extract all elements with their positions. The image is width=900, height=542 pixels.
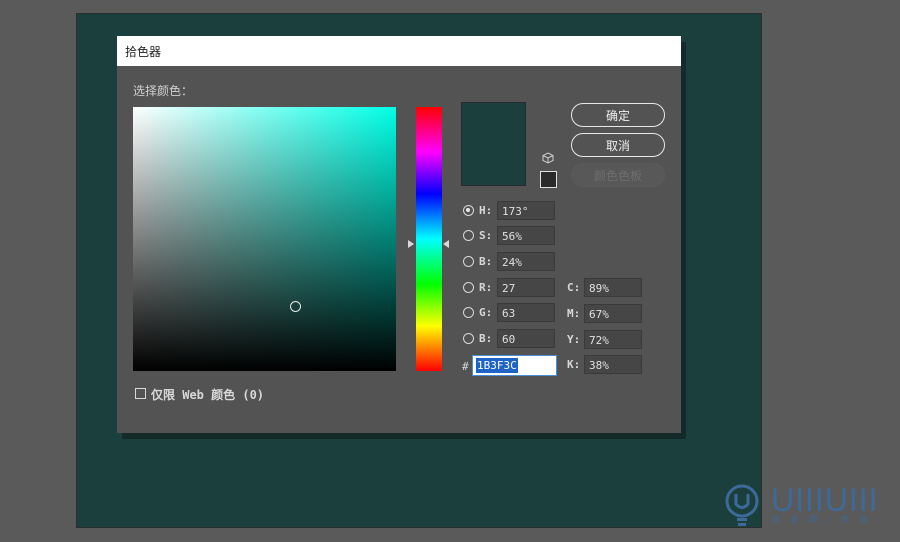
color-picker-marker[interactable]: [290, 301, 301, 312]
hue-radio[interactable]: [463, 205, 474, 216]
hex-value: 1B3F3C: [476, 358, 518, 373]
cancel-button[interactable]: 取消: [571, 133, 665, 157]
hue-row: H: 173°: [463, 201, 563, 222]
select-color-label: 选择颜色：: [133, 84, 194, 98]
websafe-cube-icon[interactable]: [542, 152, 554, 164]
hex-label: #: [462, 360, 469, 373]
yellow-label: Y:: [567, 333, 581, 346]
cyan-input[interactable]: 89%: [584, 278, 642, 297]
color-picker-dialog: 拾色器 选择颜色： 确定 取消 颜色色板 H: 173° S: 56% B: 2…: [117, 36, 681, 433]
black-input[interactable]: 38%: [584, 355, 642, 374]
saturation-input[interactable]: 56%: [497, 226, 555, 245]
lightbulb-icon: [725, 484, 759, 526]
hue-input[interactable]: 173°: [497, 201, 555, 220]
magenta-input[interactable]: 67%: [584, 304, 642, 323]
blue-radio[interactable]: [463, 333, 474, 344]
green-row: G: 63: [463, 303, 563, 324]
hue-label: H:: [479, 204, 493, 217]
green-input[interactable]: 63: [497, 303, 555, 322]
yellow-input[interactable]: 72%: [584, 330, 642, 349]
brightness-input[interactable]: 24%: [497, 252, 555, 271]
red-radio[interactable]: [463, 282, 474, 293]
saturation-brightness-field[interactable]: [133, 107, 396, 371]
saturation-label: S:: [479, 229, 493, 242]
brightness-radio[interactable]: [463, 256, 474, 267]
cyan-label: C:: [567, 281, 581, 294]
magenta-label: M:: [567, 307, 581, 320]
saturation-radio[interactable]: [463, 230, 474, 241]
hue-slider-handle-right[interactable]: [443, 240, 449, 248]
watermark-logo: UIIIUIII 优 设 网 / 优 设: [724, 482, 884, 530]
red-label: R:: [479, 281, 493, 294]
websafe-color-swatch[interactable]: [540, 171, 557, 188]
brightness-row: B: 24%: [463, 252, 563, 273]
black-label: K:: [567, 358, 581, 371]
blue-row: B: 60: [463, 329, 563, 350]
cyan-row: C: 89%: [567, 278, 647, 299]
hue-slider[interactable]: [416, 107, 442, 371]
red-row: R: 27: [463, 278, 563, 299]
blue-input[interactable]: 60: [497, 329, 555, 348]
hex-input[interactable]: 1B3F3C: [472, 355, 557, 376]
current-color-swatch: [461, 102, 526, 186]
hue-slider-handle-left[interactable]: [408, 240, 414, 248]
websafe-only-checkbox[interactable]: [135, 388, 146, 399]
green-radio[interactable]: [463, 307, 474, 318]
color-swatches-button[interactable]: 颜色色板: [571, 163, 665, 187]
ok-button[interactable]: 确定: [571, 103, 665, 127]
websafe-only-label: 仅限 Web 颜色 (0): [151, 388, 265, 402]
saturation-row: S: 56%: [463, 226, 563, 247]
green-label: G:: [479, 306, 493, 319]
dialog-title: 拾色器: [125, 45, 162, 59]
red-input[interactable]: 27: [497, 278, 555, 297]
magenta-row: M: 67%: [567, 304, 647, 325]
brightness-label: B:: [479, 255, 493, 268]
black-row: K: 38%: [567, 355, 647, 376]
yellow-row: Y: 72%: [567, 330, 647, 351]
watermark-subtext: 优 设 网 / 优 设: [772, 515, 872, 524]
dialog-titlebar[interactable]: 拾色器: [117, 36, 681, 66]
blue-label: B:: [479, 332, 493, 345]
